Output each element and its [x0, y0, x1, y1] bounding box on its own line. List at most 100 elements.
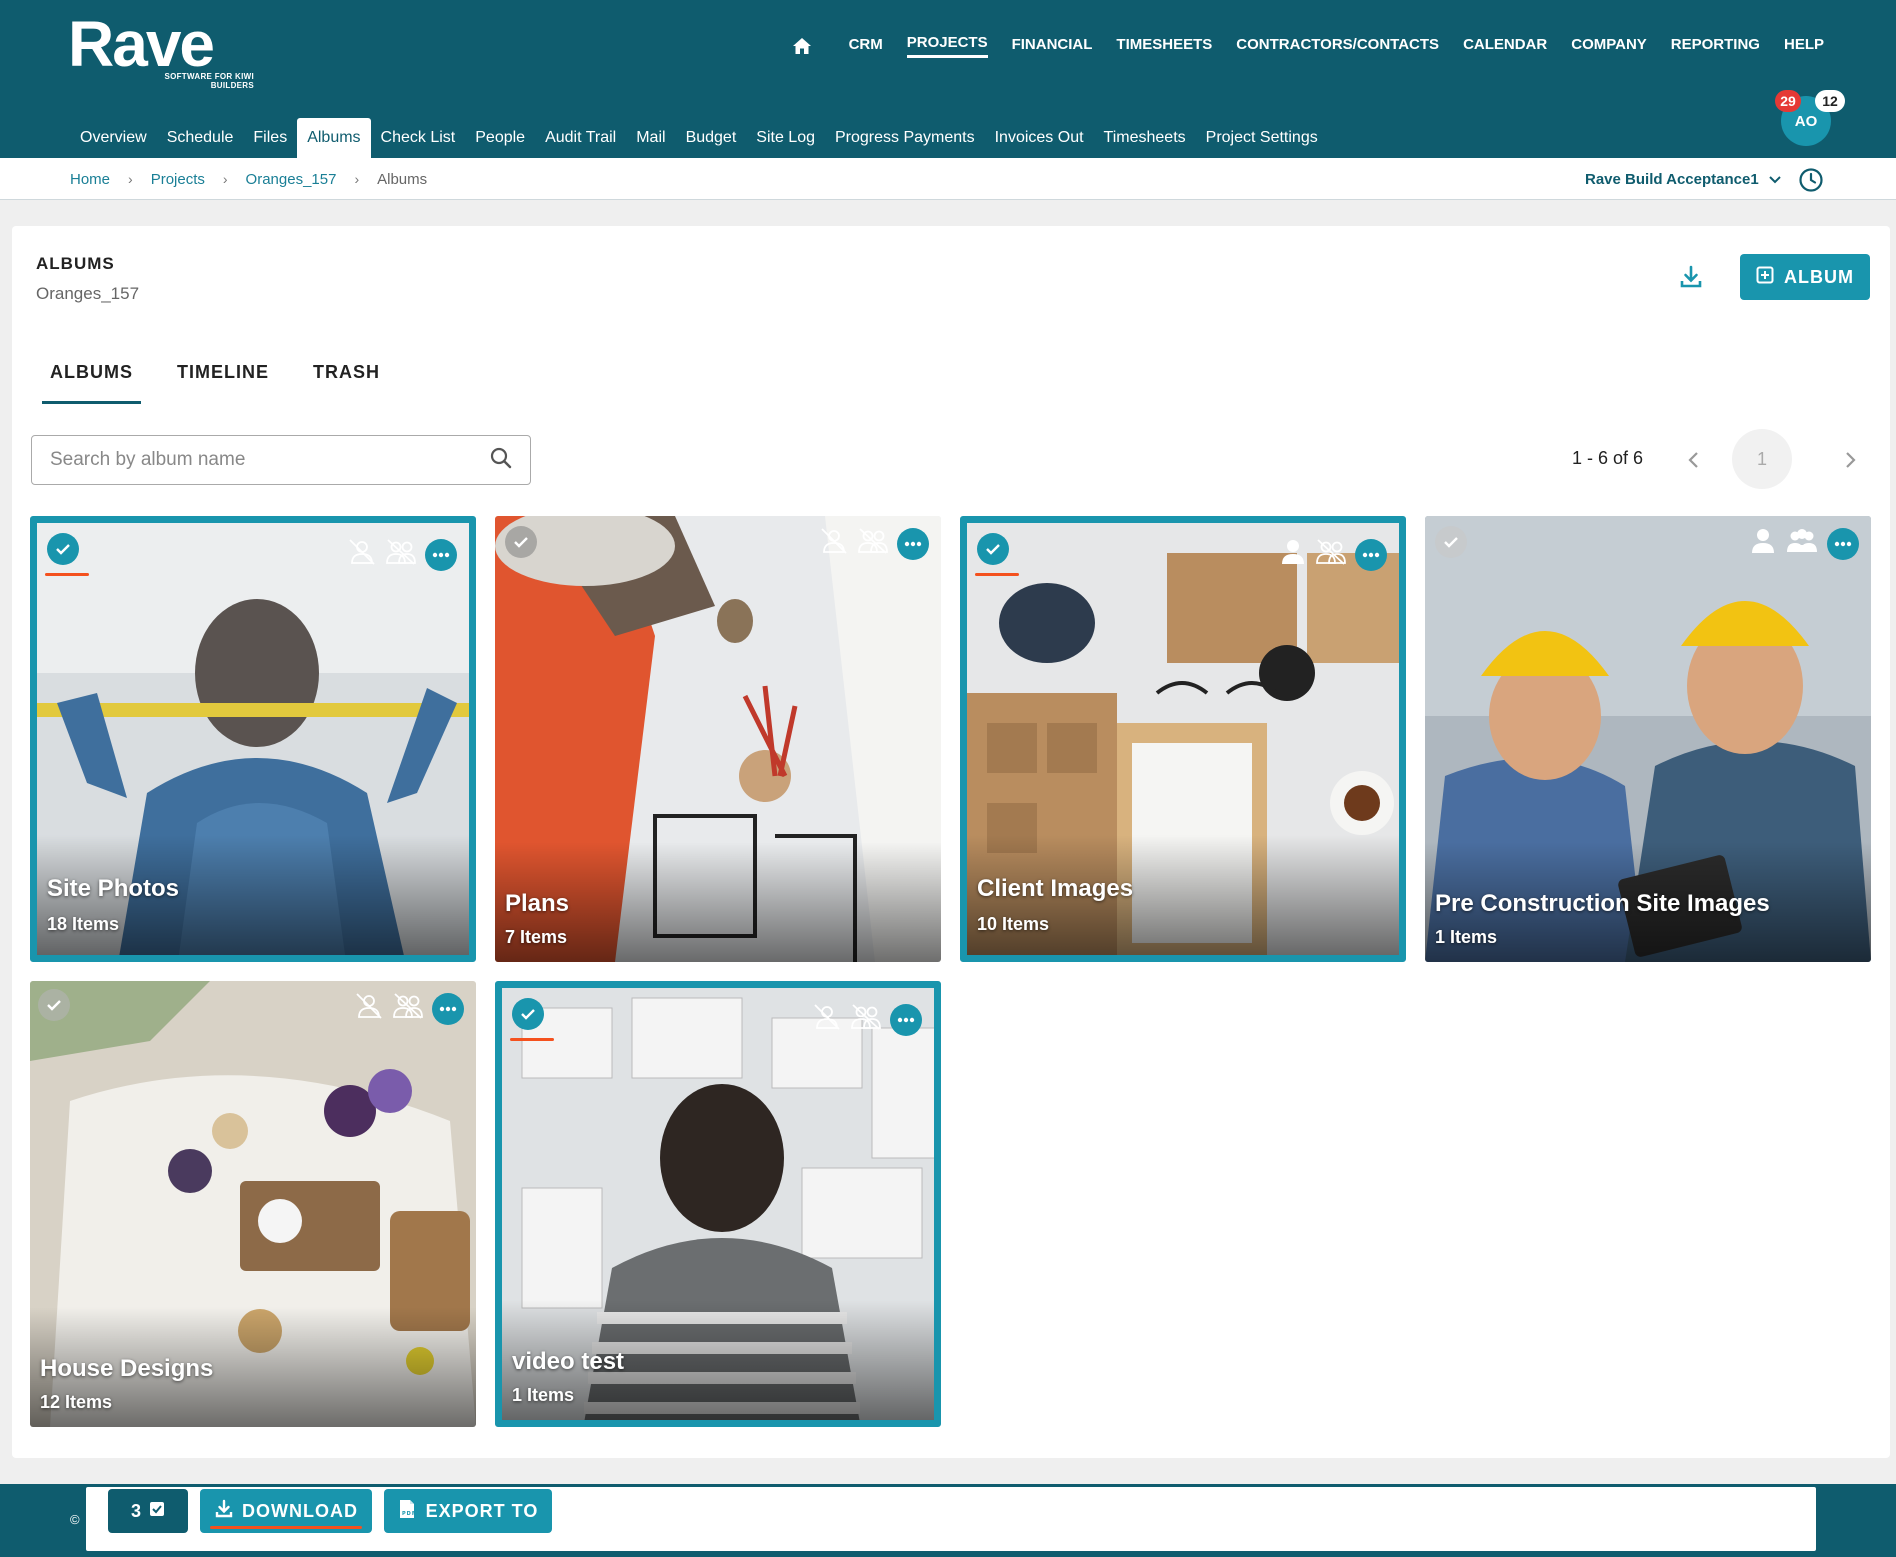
- album-card-pre-construction-site-images[interactable]: Pre Construction Site Images 1 Items: [1425, 516, 1871, 962]
- download-label: DOWNLOAD: [242, 1500, 358, 1521]
- sub-nav-albums[interactable]: Albums: [297, 118, 371, 158]
- client-hidden-icon[interactable]: [819, 526, 849, 561]
- more-options-icon[interactable]: [1355, 538, 1387, 571]
- chevron-left-icon[interactable]: [1680, 446, 1708, 474]
- message-badge[interactable]: 12: [1815, 90, 1845, 112]
- top-nav-help[interactable]: HELP: [1784, 36, 1824, 57]
- breadcrumb-project[interactable]: Oranges_157: [246, 171, 337, 188]
- top-nav-calendar[interactable]: CALENDAR: [1463, 36, 1547, 57]
- tile-actions: [819, 526, 929, 561]
- plus-square-icon: [1756, 266, 1774, 289]
- top-nav-reporting[interactable]: REPORTING: [1671, 36, 1760, 57]
- sub-nav-people[interactable]: People: [465, 118, 535, 158]
- pagination-page[interactable]: 1: [1732, 429, 1792, 489]
- sub-nav-schedule[interactable]: Schedule: [157, 118, 244, 158]
- album-name: Pre Construction Site Images: [1435, 890, 1770, 917]
- contractor-hidden-icon[interactable]: [385, 537, 417, 572]
- download-all-icon[interactable]: [1676, 262, 1706, 292]
- breadcrumb-projects[interactable]: Projects: [151, 171, 205, 188]
- selection-indicator: [975, 573, 1019, 576]
- selection-action-bar: 3 DOWNLOAD PDF EXPORT TO: [86, 1487, 1816, 1551]
- check-icon[interactable]: [977, 533, 1009, 565]
- tab-timeline[interactable]: TIMELINE: [169, 354, 277, 404]
- client-hidden-icon[interactable]: [354, 991, 384, 1026]
- rave-logo[interactable]: Rave SOFTWARE FOR KIWI BUILDERS: [68, 10, 254, 90]
- more-options-icon[interactable]: [1827, 527, 1859, 560]
- contractor-hidden-icon[interactable]: [1315, 537, 1347, 572]
- check-icon[interactable]: [47, 533, 79, 565]
- breadcrumb: Home › Projects › Oranges_157 › Albums: [70, 158, 427, 200]
- sub-nav-files[interactable]: Files: [243, 118, 297, 158]
- tile-actions: [1749, 526, 1859, 561]
- sub-nav-invoices-out[interactable]: Invoices Out: [985, 118, 1094, 158]
- client-visible-icon[interactable]: [1279, 537, 1307, 572]
- chevron-right-icon[interactable]: [1836, 446, 1864, 474]
- album-card-site-photos[interactable]: Site Photos 18 Items: [30, 516, 476, 962]
- more-options-icon[interactable]: [432, 992, 464, 1025]
- album-card-client-images[interactable]: Client Images 10 Items: [960, 516, 1406, 962]
- sub-nav-timesheets[interactable]: Timesheets: [1094, 118, 1196, 158]
- more-options-icon[interactable]: [425, 538, 457, 571]
- album-card-plans[interactable]: Plans 7 Items: [495, 516, 941, 962]
- tile-actions: [354, 991, 464, 1026]
- top-nav-projects[interactable]: PROJECTS: [906, 34, 988, 58]
- notification-badge[interactable]: 29: [1775, 90, 1801, 112]
- add-album-label: ALBUM: [1784, 266, 1854, 287]
- contractor-visible-icon[interactable]: [1785, 526, 1819, 561]
- top-nav-company[interactable]: COMPANY: [1571, 36, 1647, 57]
- album-count: 10 Items: [977, 914, 1050, 934]
- more-options-icon[interactable]: [897, 527, 929, 560]
- client-hidden-icon[interactable]: [347, 537, 377, 572]
- album-name: Plans: [505, 890, 570, 917]
- contractor-hidden-icon[interactable]: [392, 991, 424, 1026]
- sub-nav-check-list[interactable]: Check List: [371, 118, 466, 158]
- download-focus-indicator: [210, 1526, 362, 1529]
- album-name: video test: [512, 1348, 625, 1375]
- client-visible-icon[interactable]: [1749, 526, 1777, 561]
- pagination-range: 1 - 6 of 6: [1572, 448, 1644, 468]
- album-count: 12 Items: [40, 1392, 113, 1412]
- add-album-button[interactable]: ALBUM: [1740, 254, 1870, 300]
- album-name: House Designs: [40, 1355, 214, 1382]
- album-card-house-designs[interactable]: House Designs 12 Items: [30, 981, 476, 1427]
- top-nav-crm[interactable]: CRM: [849, 36, 883, 57]
- sub-nav-project-settings[interactable]: Project Settings: [1196, 118, 1328, 158]
- checkbox-checked-icon: [149, 1501, 165, 1522]
- check-icon[interactable]: [1435, 526, 1467, 558]
- contractor-hidden-icon[interactable]: [857, 526, 889, 561]
- top-nav-financial[interactable]: FINANCIAL: [1012, 36, 1093, 57]
- client-hidden-icon[interactable]: [812, 1002, 842, 1037]
- breadcrumb-bar: Home › Projects › Oranges_157 › Albums R…: [0, 158, 1896, 200]
- check-icon[interactable]: [512, 998, 544, 1030]
- home-icon[interactable]: [791, 35, 813, 57]
- download-button[interactable]: DOWNLOAD: [200, 1489, 372, 1533]
- album-search: [31, 435, 531, 485]
- sub-nav-overview[interactable]: Overview: [70, 118, 157, 158]
- sub-nav-mail[interactable]: Mail: [626, 118, 675, 158]
- history-clock-icon[interactable]: [1798, 167, 1824, 193]
- check-icon[interactable]: [38, 989, 70, 1021]
- sub-nav-audit-trail[interactable]: Audit Trail: [535, 118, 626, 158]
- album-card-video-test[interactable]: video test 1 Items: [495, 981, 941, 1427]
- top-nav-contractors[interactable]: CONTRACTORS/CONTACTS: [1236, 36, 1439, 57]
- more-options-icon[interactable]: [890, 1003, 922, 1036]
- chevron-right-icon: ›: [222, 171, 228, 187]
- export-to-button[interactable]: PDF EXPORT TO: [384, 1489, 552, 1533]
- sub-nav-budget[interactable]: Budget: [676, 118, 747, 158]
- chevron-right-icon: ›: [354, 171, 360, 187]
- contractor-hidden-icon[interactable]: [850, 1002, 882, 1037]
- check-icon[interactable]: [505, 526, 537, 558]
- company-selector[interactable]: Rave Build Acceptance1: [1585, 158, 1781, 200]
- search-input[interactable]: [50, 449, 490, 471]
- sub-nav-progress-payments[interactable]: Progress Payments: [825, 118, 985, 158]
- album-name: Site Photos: [47, 875, 180, 902]
- breadcrumb-home[interactable]: Home: [70, 171, 110, 188]
- tab-trash[interactable]: TRASH: [305, 354, 388, 404]
- top-nav-timesheets[interactable]: TIMESHEETS: [1116, 36, 1212, 57]
- tab-albums[interactable]: ALBUMS: [42, 354, 141, 404]
- sub-nav-site-log[interactable]: Site Log: [746, 118, 825, 158]
- search-icon[interactable]: [490, 447, 512, 474]
- tile-actions: [347, 537, 457, 572]
- chevron-right-icon: ›: [128, 171, 133, 187]
- selected-count-button[interactable]: 3: [108, 1489, 188, 1533]
